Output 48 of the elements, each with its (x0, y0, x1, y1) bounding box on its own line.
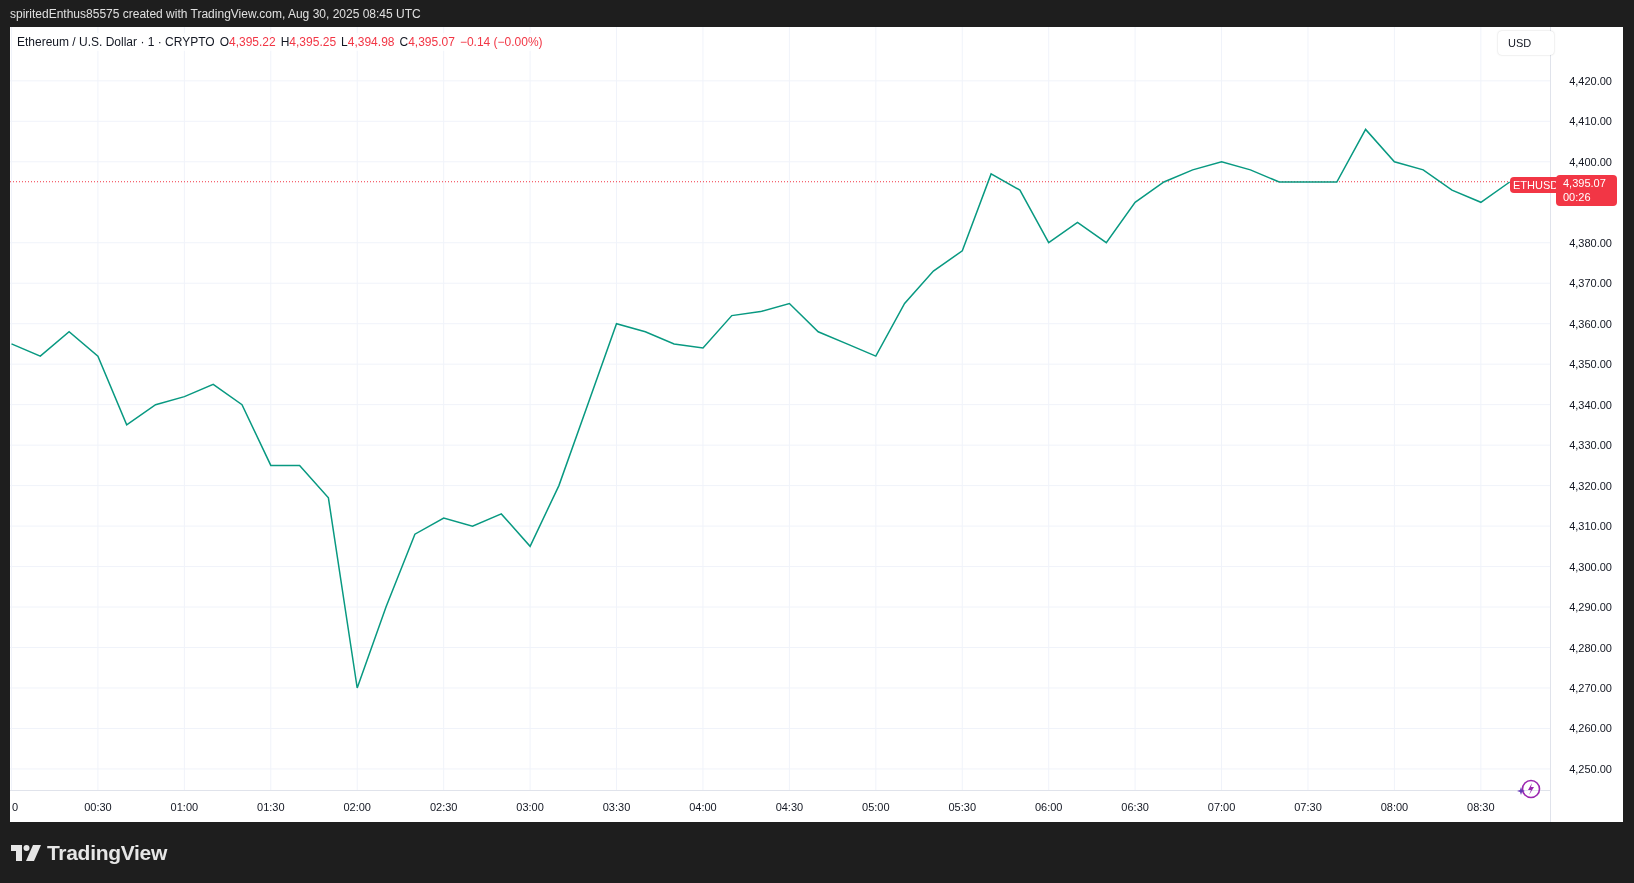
axis-label: 4,400.00 (1569, 155, 1612, 168)
axis-label: 08:00 (1380, 801, 1409, 813)
axis-label: 4,290.00 (1569, 601, 1612, 614)
ohlc-value: C4,395.07 (399, 34, 455, 51)
axis-label: 06:30 (1121, 801, 1149, 813)
price-change: −0.14 (−0.00%) (459, 34, 543, 51)
axis-label: 4,380.00 (1569, 236, 1612, 249)
last-price: 4,395.07 (1563, 176, 1606, 190)
axis-label: 4,410.00 (1569, 115, 1612, 128)
axis-label: 4,330.00 (1569, 439, 1612, 452)
axis-label: 4,320.00 (1569, 479, 1612, 492)
symbol-title: Ethereum / U.S. Dollar · 1 · CRYPTO (17, 34, 215, 51)
axis-label: 00:30 (84, 801, 112, 813)
axis-label: 05:00 (862, 801, 890, 813)
axis-label: 08:30 (1467, 801, 1495, 813)
axis-label: 07:30 (1294, 801, 1322, 813)
axis-label: 4,310.00 (1569, 520, 1612, 533)
lightning-icon[interactable] (1517, 778, 1541, 800)
ohlc-value: H4,395.25 (280, 34, 337, 51)
axis-label: 0 (12, 801, 19, 813)
axis-label: 05:30 (948, 801, 976, 813)
axis-label: 4,260.00 (1569, 722, 1612, 735)
caption: spiritedEnthus85575 created with TradingView.com, Aug 30, 2025 08:45 UTC (10, 5, 421, 23)
axis-label: 4,340.00 (1569, 398, 1612, 411)
axis-label: 03:30 (602, 801, 631, 813)
currency-button[interactable]: USD (1498, 31, 1554, 55)
ohlc-value: O4,395.22 (219, 34, 276, 51)
axis-label: 4,250.00 (1569, 762, 1612, 775)
axis-label: 4,280.00 (1569, 641, 1612, 654)
axis-label: 4,300.00 (1569, 560, 1612, 573)
axis-label: 01:00 (170, 801, 199, 813)
axis-label: 02:30 (429, 801, 458, 813)
brand-name: TradingView (47, 839, 167, 866)
axis-label: 03:00 (516, 801, 544, 813)
axis-label: 02:00 (343, 801, 371, 813)
axis-label: 4,420.00 (1569, 74, 1612, 87)
axis-label: 04:00 (689, 801, 717, 813)
axis-label: 04:30 (775, 801, 804, 813)
axis-label: 4,270.00 (1569, 682, 1612, 694)
ohlc-value: L4,394.98 (341, 34, 395, 51)
axis-label: 4,370.00 (1569, 277, 1612, 290)
axis-label: 4,350.00 (1569, 358, 1612, 371)
axis-label: 07:00 (1207, 801, 1236, 813)
axis-label: 01:30 (257, 801, 285, 813)
logo-icon (11, 844, 41, 861)
axis-label: 06:00 (1034, 801, 1063, 813)
countdown: 00:26 (1563, 190, 1591, 204)
axis-label: 4,360.00 (1569, 317, 1612, 330)
